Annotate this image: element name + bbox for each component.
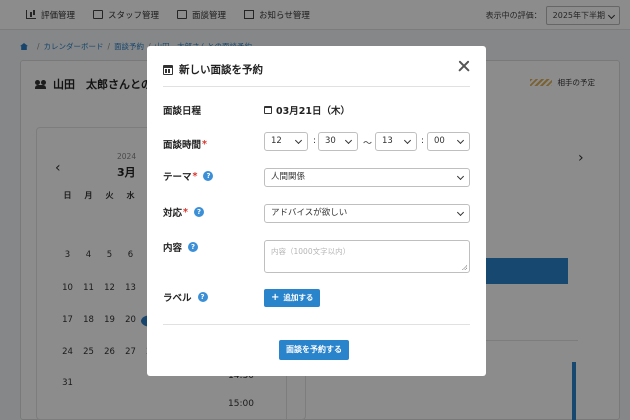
date-value-text: 03月21日（木）	[276, 106, 350, 117]
label-label-text: ラベル	[163, 293, 192, 304]
date-label: 面談日程	[163, 103, 201, 117]
help-icon[interactable]: ?	[197, 292, 208, 302]
required-mark: *	[202, 138, 207, 150]
theme-label-text: テーマ	[163, 172, 192, 183]
time-label: 面談時間 *	[163, 137, 207, 152]
help-icon[interactable]: ?	[193, 207, 204, 217]
time-colon: :	[421, 136, 425, 146]
help-icon[interactable]: ?	[188, 242, 199, 252]
content-label: 内容 ?	[163, 240, 199, 254]
end-minute-select[interactable]: 00	[427, 132, 470, 151]
plus-icon: +	[271, 292, 280, 303]
modal-title: 新しい面談を予約	[163, 62, 263, 77]
start-minute-select[interactable]: 30	[318, 132, 358, 151]
time-range-separator: 〜	[363, 139, 373, 149]
help-icon[interactable]: ?	[203, 171, 214, 181]
add-label-button-text: 追加する	[283, 293, 314, 302]
response-select[interactable]: アドバイスが欲しい	[264, 204, 470, 223]
calendar-icon	[264, 106, 272, 114]
end-hour-select[interactable]: 13	[375, 132, 417, 151]
modal-title-text: 新しい面談を予約	[179, 64, 263, 76]
response-label-text: 対応	[163, 208, 183, 219]
content-label-text: 内容	[163, 243, 183, 254]
calendar-icon	[163, 64, 173, 75]
content-textarea[interactable]: 内容（1000文字以内）	[264, 240, 470, 273]
start-hour-select[interactable]: 12	[264, 132, 308, 151]
date-label-text: 面談日程	[163, 106, 202, 117]
time-colon: :	[313, 136, 317, 146]
close-icon[interactable]	[456, 58, 472, 74]
new-interview-modal: 新しい面談を予約 面談日程 03月21日（木） 面談時間 * 12 : 30 〜…	[147, 46, 486, 376]
required-mark: *	[192, 170, 198, 182]
date-value: 03月21日（木）	[264, 103, 350, 117]
theme-select[interactable]: 人間関係	[264, 168, 470, 187]
reserve-interview-button[interactable]: 面談を予約する	[279, 340, 349, 360]
modal-divider	[163, 324, 470, 325]
theme-label: テーマ * ?	[163, 169, 214, 183]
time-label-text: 面談時間	[163, 140, 202, 151]
label-label: ラベル ?	[163, 290, 208, 304]
response-label: 対応 * ?	[163, 205, 204, 219]
add-label-button[interactable]: + 追加する	[264, 289, 321, 307]
required-mark: *	[183, 206, 188, 218]
modal-divider	[163, 86, 470, 87]
